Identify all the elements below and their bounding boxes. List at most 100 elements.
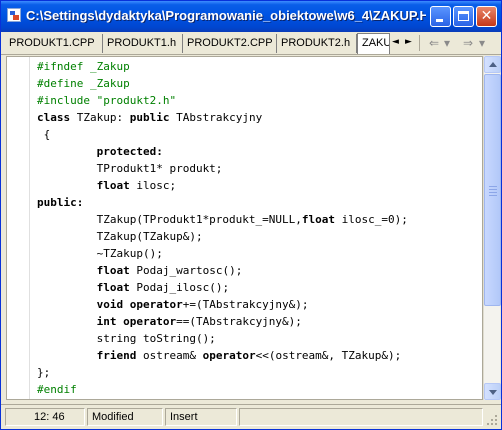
vertical-scrollbar[interactable] bbox=[483, 56, 501, 400]
code-line[interactable]: class TZakup: public TAbstrakcyjny bbox=[37, 109, 482, 126]
code-line[interactable]: string toString(); bbox=[37, 330, 482, 347]
code-keyword: float bbox=[301, 213, 336, 226]
code-keyword: class bbox=[37, 111, 71, 124]
forward-arrow-icon[interactable]: ⇒ bbox=[459, 35, 477, 51]
code-text: ~TZakup(); bbox=[37, 247, 163, 260]
code-line[interactable]: #include "produkt2.h" bbox=[37, 92, 482, 109]
code-line[interactable]: float Podaj_wartosc(); bbox=[37, 262, 482, 279]
code-preprocessor: #ifndef _Zakup bbox=[37, 60, 130, 73]
insert-mode-indicator: Insert bbox=[165, 408, 237, 426]
code-text: Podaj_wartosc(); bbox=[129, 264, 243, 277]
tab-produkt2-cpp[interactable]: PRODUKT2.CPP bbox=[183, 34, 277, 53]
tab-produkt1-h[interactable]: PRODUKT1.h bbox=[103, 34, 183, 53]
close-button[interactable]: ✕ bbox=[476, 6, 497, 27]
code-keyword: public: bbox=[37, 196, 84, 209]
code-line[interactable]: friend ostream& operator<<(ostream&, TZa… bbox=[37, 347, 482, 364]
code-editor[interactable]: #ifndef _Zakup #define _Zakup #include "pr… bbox=[6, 56, 483, 400]
code-text: Podaj_ilosc(); bbox=[129, 281, 230, 294]
window-title: C:\Settings\dydaktyka\Programowanie_obie… bbox=[26, 8, 426, 23]
code-text: ==(TAbstrakcyjny&); bbox=[176, 315, 302, 328]
app-icon[interactable] bbox=[7, 8, 21, 22]
code-text: string toString(); bbox=[37, 332, 216, 345]
tab-produkt2-h[interactable]: PRODUKT2.h bbox=[277, 34, 357, 53]
arrow-down-icon bbox=[489, 390, 497, 395]
code-line[interactable]: public: bbox=[37, 194, 482, 211]
scroll-up-button[interactable] bbox=[484, 56, 501, 73]
scroll-down-button[interactable] bbox=[484, 383, 501, 400]
code-keyword: public bbox=[129, 111, 170, 124]
toolbar-separator bbox=[419, 35, 420, 51]
code-text: TZakup(TZakup&); bbox=[37, 230, 203, 243]
code-text: TZakup: bbox=[70, 111, 130, 124]
scroll-thumb[interactable] bbox=[484, 74, 501, 306]
grip-line bbox=[489, 192, 497, 193]
code-preprocessor: #include "produkt2.h" bbox=[37, 94, 177, 107]
cursor-position: 12: 46 bbox=[5, 408, 85, 426]
arrow-up-icon bbox=[489, 62, 497, 67]
minimize-icon bbox=[436, 19, 443, 22]
code-text: { bbox=[37, 128, 51, 141]
code-line[interactable]: float Podaj_ilosc(); bbox=[37, 279, 482, 296]
maximize-button[interactable] bbox=[453, 6, 474, 27]
code-line[interactable]: #endif bbox=[37, 381, 482, 398]
code-keyword: operator bbox=[202, 349, 256, 362]
code-line[interactable]: TProdukt1* produkt; bbox=[37, 160, 482, 177]
maximize-icon bbox=[458, 11, 469, 21]
code-line[interactable]: ~TZakup(); bbox=[37, 245, 482, 262]
code-keyword: protected: bbox=[96, 145, 163, 158]
status-bar: 12: 46 Modified Insert bbox=[1, 404, 501, 429]
tab-produkt1-cpp[interactable]: PRODUKT1.CPP bbox=[5, 34, 103, 53]
code-line[interactable]: #define _Zakup bbox=[37, 75, 482, 92]
code-line[interactable]: }; bbox=[37, 364, 482, 381]
code-line[interactable]: int operator==(TAbstrakcyjny&); bbox=[37, 313, 482, 330]
modified-indicator: Modified bbox=[87, 408, 163, 426]
code-area[interactable]: #ifndef _Zakup #define _Zakup #include "pr… bbox=[37, 58, 482, 398]
code-keyword: void operator bbox=[96, 298, 183, 311]
code-keyword: float bbox=[96, 264, 130, 277]
tab-scroll-right-icon[interactable]: ► bbox=[402, 35, 415, 50]
grip-line bbox=[489, 189, 497, 190]
title-bar[interactable]: C:\Settings\dydaktyka\Programowanie_obie… bbox=[1, 1, 501, 32]
editor-gutter[interactable] bbox=[7, 57, 30, 399]
code-line[interactable]: protected: bbox=[37, 143, 482, 160]
code-text: }; bbox=[37, 366, 51, 379]
code-preprocessor: #define _Zakup bbox=[37, 77, 130, 90]
grip-line bbox=[489, 186, 497, 187]
code-text: TAbstrakcyjny bbox=[169, 111, 263, 124]
code-text: TProdukt1* produkt; bbox=[37, 162, 223, 175]
code-text: ostream& bbox=[136, 349, 203, 362]
tab-scroll-left-icon[interactable]: ◄ bbox=[389, 35, 402, 50]
tab-zakup-h[interactable]: ZAKUP.H bbox=[357, 33, 390, 54]
code-keyword: float bbox=[96, 281, 130, 294]
code-text: ilosc_=0); bbox=[335, 213, 408, 226]
code-text: +=(TAbstrakcyjny&); bbox=[182, 298, 309, 311]
code-line[interactable]: void operator+=(TAbstrakcyjny&); bbox=[37, 296, 482, 313]
status-message bbox=[239, 408, 483, 426]
code-line[interactable]: TZakup(TProdukt1*produkt_=NULL,float ilo… bbox=[37, 211, 482, 228]
code-line[interactable]: #ifndef _Zakup bbox=[37, 58, 482, 75]
back-dropdown-icon[interactable]: ▾ bbox=[442, 35, 452, 51]
code-keyword: friend bbox=[96, 349, 137, 362]
resize-grip-icon[interactable] bbox=[485, 413, 499, 427]
code-keyword: float bbox=[96, 179, 130, 192]
code-line[interactable]: TZakup(TZakup&); bbox=[37, 228, 482, 245]
close-icon: ✕ bbox=[480, 8, 493, 24]
code-text: TZakup(TProdukt1*produkt_=NULL, bbox=[37, 213, 302, 226]
code-preprocessor: #endif bbox=[37, 383, 77, 396]
editor-window: C:\Settings\dydaktyka\Programowanie_obie… bbox=[0, 0, 502, 430]
minimize-button[interactable] bbox=[430, 6, 451, 27]
code-text: ilosc; bbox=[129, 179, 177, 192]
back-arrow-icon[interactable]: ⇐ bbox=[425, 35, 443, 51]
code-line[interactable]: { bbox=[37, 126, 482, 143]
file-tab-strip: PRODUKT1.CPP PRODUKT1.h PRODUKT2.CPP PRO… bbox=[1, 32, 501, 55]
forward-dropdown-icon[interactable]: ▾ bbox=[477, 35, 487, 51]
grip-line bbox=[489, 195, 497, 196]
code-text: <<(ostream&, TZakup&); bbox=[255, 349, 402, 362]
code-line[interactable]: float ilosc; bbox=[37, 177, 482, 194]
